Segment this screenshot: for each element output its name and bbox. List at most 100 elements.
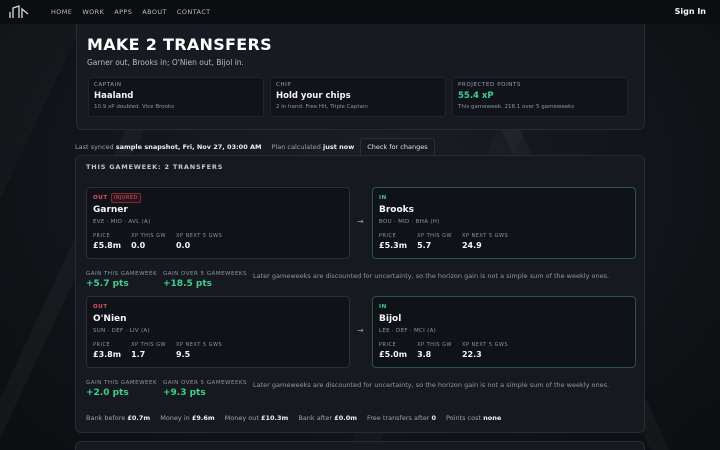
nav-link-apps[interactable]: APPS — [114, 8, 132, 16]
player-meta: EVE · MID · AVL (A) — [93, 219, 151, 225]
stat-note: This gameweek. 218.1 over 5 gameweeks — [458, 104, 575, 110]
xp-gw-value: 3.8 — [417, 350, 432, 359]
stat-note: 10.9 xP doubled. Vice Brooks — [94, 104, 175, 110]
bank-item: Points cost none — [446, 414, 501, 422]
gain-value: +5.7 pts — [86, 279, 129, 289]
price-label: PRICE — [93, 342, 111, 348]
stat-label: CAPTAIN — [94, 82, 122, 88]
arrow-right-icon: → — [357, 217, 364, 226]
bank-item: Free transfers after 0 — [367, 414, 436, 422]
page-title: MAKE 2 TRANSFERS — [87, 35, 272, 54]
xp-gw-label: XP THIS GW — [417, 233, 452, 239]
xp-next-value: 0.0 — [175, 241, 191, 250]
xp-gw-label: XP THIS GW — [417, 342, 452, 348]
player-name: Bijol — [379, 314, 402, 324]
bank-label: Money out — [224, 414, 259, 422]
injured-badge: INJURED — [111, 193, 141, 203]
bank-label: Free transfers after — [367, 414, 430, 422]
gain-five-gameweeks: GAIN OVER 5 GAMEWEEKS +9.3 pts — [163, 380, 247, 398]
price-value: £3.8m — [93, 350, 122, 359]
bank-value: £0.7m — [127, 414, 151, 422]
price-label: PRICE — [379, 233, 397, 239]
discount-note: Later gameweeks are discounted for uncer… — [253, 272, 610, 280]
arrow-right-icon: → — [357, 326, 364, 335]
summary-subtitle: Garner out, Brooks in; O'Nien out, Bijol… — [87, 58, 244, 67]
top-navigation: HOME WORK APPS ABOUT CONTACT Sign In — [0, 0, 720, 24]
xp-gw-value: 5.7 — [417, 241, 432, 250]
in-tag: IN — [379, 195, 387, 201]
player-in-card: IN Brooks BOU · MID · BHA (H) PRICE £5.3m… — [372, 187, 636, 259]
gain-five-gameweeks: GAIN OVER 5 GAMEWEEKS +18.5 pts — [163, 271, 247, 289]
stat-value: 55.4 xP — [458, 91, 494, 101]
bank-label: Points cost — [445, 414, 482, 422]
xp-next-label: XP NEXT 5 GWS — [461, 233, 509, 239]
nav-link-about[interactable]: ABOUT — [142, 8, 167, 16]
sign-in-link[interactable]: Sign In — [675, 7, 706, 16]
bank-value: £0.0m — [334, 414, 357, 422]
xp-gw-label: XP THIS GW — [131, 342, 166, 348]
bank-item: Money out £10.3m — [225, 414, 289, 422]
bank-label: Bank before — [86, 414, 126, 422]
nav-link-work[interactable]: WORK — [82, 8, 104, 16]
next-section-card — [75, 441, 645, 450]
stat-label: PROJECTED POINTS — [458, 82, 522, 88]
gain-label: GAIN OVER 5 GAMEWEEKS — [163, 271, 248, 277]
player-name: Garner — [93, 205, 128, 215]
transfer-plan-card: THIS GAMEWEEK: 2 TRANSFERS OUT INJURED G… — [75, 155, 645, 433]
player-in-card: IN Bijol LEE · DEF · MCI (A) PRICE £5.0m … — [372, 296, 636, 368]
price-label: PRICE — [93, 233, 111, 239]
gain-gameweek: GAIN THIS GAMEWEEK +5.7 pts — [86, 271, 157, 289]
in-tag: IN — [379, 304, 387, 310]
xp-next-label: XP NEXT 5 GWS — [461, 342, 509, 348]
xp-gw-value: 1.7 — [131, 350, 146, 359]
gain-gameweek: GAIN THIS GAMEWEEK +2.0 pts — [86, 380, 157, 398]
plan-title: THIS GAMEWEEK: 2 TRANSFERS — [86, 163, 224, 171]
price-label: PRICE — [379, 342, 397, 348]
xp-next-label: XP NEXT 5 GWS — [175, 342, 223, 348]
logo-icon[interactable] — [9, 4, 31, 20]
sync-label: Last synced — [75, 143, 114, 151]
bank-value: £10.3m — [260, 414, 289, 422]
nav-link-home[interactable]: HOME — [51, 8, 72, 16]
price-value: £5.8m — [93, 241, 122, 250]
bank-value: none — [483, 414, 502, 422]
bank-item: Bank after £0.0m — [298, 414, 357, 422]
gain-value: +18.5 pts — [163, 279, 212, 289]
nav-link-contact[interactable]: CONTACT — [177, 8, 211, 16]
captain-stat: CAPTAIN Haaland 10.9 xP doubled. Vice Br… — [88, 77, 264, 117]
plan-calculated-time: just now — [323, 143, 355, 151]
player-name: O'Nien — [93, 314, 127, 324]
chip-stat: CHIP Hold your chips 2 in hand: Free Hit… — [270, 77, 446, 117]
plan-calculated-label: Plan calculated — [271, 143, 321, 151]
price-value: £5.3m — [379, 241, 408, 250]
player-meta: BOU · MID · BHA (H) — [379, 219, 440, 225]
xp-gw-label: XP THIS GW — [131, 233, 166, 239]
player-meta: SUN · DEF · LIV (A) — [93, 328, 150, 334]
bank-item: Money in £9.6m — [160, 414, 214, 422]
price-value: £5.0m — [379, 350, 408, 359]
xp-next-value: 24.9 — [461, 241, 482, 250]
player-out-card: OUT INJURED Garner EVE · MID · AVL (A) P… — [86, 187, 350, 259]
xp-next-value: 22.3 — [461, 350, 482, 359]
bank-item: Bank before £0.7m — [86, 414, 150, 422]
gain-value: +9.3 pts — [163, 388, 206, 398]
gain-label: GAIN THIS GAMEWEEK — [86, 380, 158, 386]
projected-points-stat: PROJECTED POINTS 55.4 xP This gameweek. … — [452, 77, 628, 117]
gain-value: +2.0 pts — [86, 388, 129, 398]
summary-stats: CAPTAIN Haaland 10.9 xP doubled. Vice Br… — [88, 77, 628, 117]
nav-links: HOME WORK APPS ABOUT CONTACT — [41, 8, 211, 16]
out-tag: OUT — [93, 304, 108, 310]
player-out-card: OUT O'Nien SUN · DEF · LIV (A) PRICE £3.8… — [86, 296, 350, 368]
bank-value: 0 — [431, 414, 436, 422]
bank-label: Bank after — [298, 414, 333, 422]
xp-next-value: 9.5 — [175, 350, 191, 359]
gain-label: GAIN THIS GAMEWEEK — [86, 271, 158, 277]
check-for-changes-button[interactable]: Check for changes — [360, 138, 435, 156]
out-tag: OUT — [93, 195, 108, 201]
player-name: Brooks — [379, 205, 415, 215]
bank-summary: Bank before £0.7m Money in £9.6m Money o… — [86, 414, 511, 422]
bank-label: Money in — [160, 414, 190, 422]
bank-value: £9.6m — [191, 414, 215, 422]
xp-gw-value: 0.0 — [131, 241, 146, 250]
sync-snapshot: sample snapshot, Fri, Nov 27, 03:00 AM — [115, 143, 262, 151]
